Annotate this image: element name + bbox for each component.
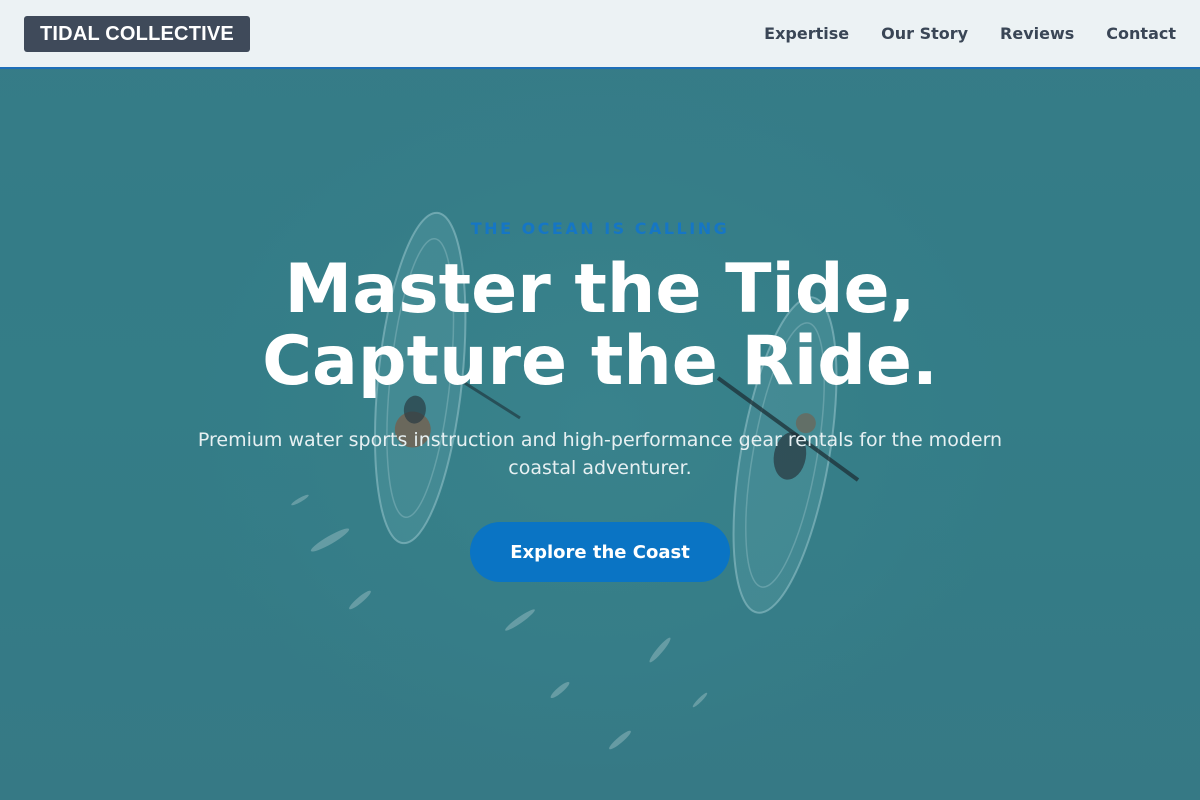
nav-link-expertise[interactable]: Expertise (764, 24, 849, 43)
hero-section: THE OCEAN IS CALLING Master the Tide, Ca… (0, 68, 1200, 800)
hero-title: Master the Tide, Capture the Ride. (0, 254, 1200, 398)
hero-title-line-1: Master the Tide, (284, 250, 916, 329)
explore-coast-button[interactable]: Explore the Coast (470, 522, 730, 582)
hero-subtitle: Premium water sports instruction and hig… (197, 429, 1003, 479)
brand-logo[interactable]: TIDAL COLLECTIVE (24, 16, 250, 52)
nav-link-reviews[interactable]: Reviews (1000, 24, 1074, 43)
site-header: TIDAL COLLECTIVE Expertise Our Story Rev… (0, 0, 1200, 69)
nav-link-contact[interactable]: Contact (1106, 24, 1176, 43)
nav-link-our-story[interactable]: Our Story (881, 24, 968, 43)
hero-eyebrow: THE OCEAN IS CALLING (470, 219, 730, 238)
hero-title-line-2: Capture the Ride. (262, 322, 938, 401)
main-nav: Expertise Our Story Reviews Contact (732, 0, 1176, 67)
